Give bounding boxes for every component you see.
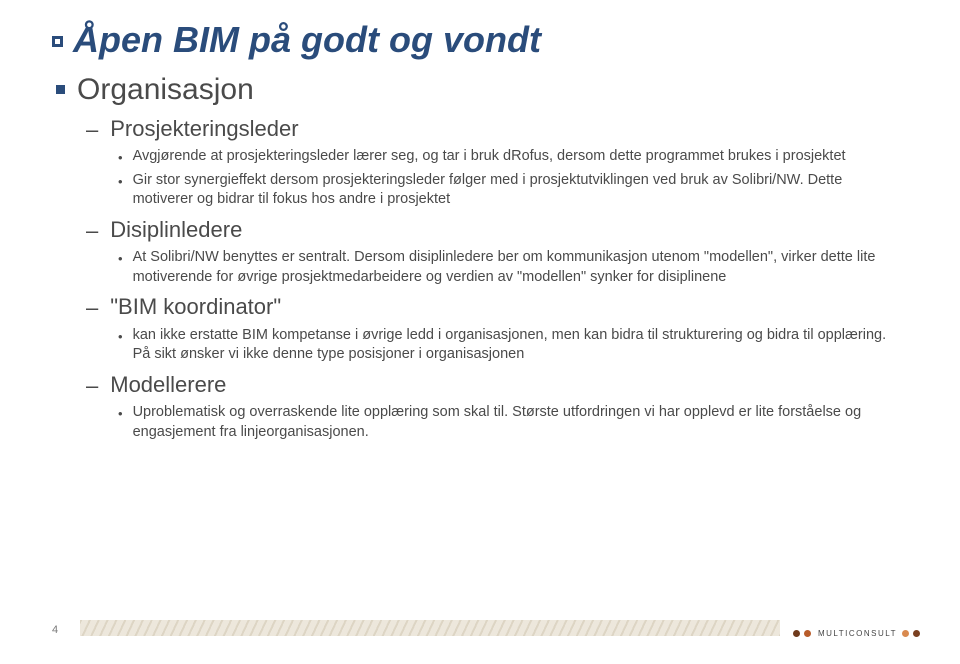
decorative-band xyxy=(80,620,780,636)
filled-square-bullet-icon xyxy=(56,85,65,94)
level3-row: • Uproblematisk og overraskende lite opp… xyxy=(118,403,908,442)
level3-text: kan ikke erstatte BIM kompetanse i øvrig… xyxy=(133,326,903,365)
dash-bullet-icon: – xyxy=(86,218,98,244)
level3-row: • Avgjørende at prosjekteringsleder lære… xyxy=(118,147,908,167)
dot-bullet-icon: • xyxy=(118,149,123,167)
dash-bullet-icon: – xyxy=(86,295,98,321)
level1-row: Organisasjon xyxy=(56,71,908,109)
level2-heading: "BIM koordinator" xyxy=(110,293,281,321)
level1-text: Organisasjon xyxy=(77,71,254,109)
level3-text: Uproblematisk og overraskende lite opplæ… xyxy=(133,403,903,442)
page-number: 4 xyxy=(52,624,58,636)
slide-title-row: Åpen BIM på godt og vondt xyxy=(52,18,908,61)
dash-bullet-icon: – xyxy=(86,117,98,143)
level3-text: At Solibri/NW benyttes er sentralt. Ders… xyxy=(133,248,903,287)
level3-row: • Gir stor synergieffekt dersom prosjekt… xyxy=(118,171,908,210)
logo-dot-icon xyxy=(902,630,909,637)
level2-row: – Modellerere xyxy=(86,371,908,399)
dash-bullet-icon: – xyxy=(86,373,98,399)
level2-row: – "BIM koordinator" xyxy=(86,293,908,321)
level2-row: – Disiplinledere xyxy=(86,216,908,244)
logo-dot-icon xyxy=(804,630,811,637)
logo-dot-icon xyxy=(793,630,800,637)
logo: MULTICONSULT xyxy=(793,629,920,638)
logo-dot-icon xyxy=(913,630,920,637)
level2-heading: Disiplinledere xyxy=(110,216,242,244)
dot-bullet-icon: • xyxy=(118,405,123,423)
dot-bullet-icon: • xyxy=(118,173,123,191)
level3-text: Avgjørende at prosjekteringsleder lærer … xyxy=(133,147,846,167)
slide-title: Åpen BIM på godt og vondt xyxy=(73,18,541,61)
level3-row: • kan ikke erstatte BIM kompetanse i øvr… xyxy=(118,326,908,365)
level2-heading: Prosjekteringsleder xyxy=(110,115,298,143)
level3-row: • At Solibri/NW benyttes er sentralt. De… xyxy=(118,248,908,287)
level3-text: Gir stor synergieffekt dersom prosjekter… xyxy=(133,171,903,210)
footer: 4 MULTICONSULT xyxy=(0,616,960,644)
dot-bullet-icon: • xyxy=(118,250,123,268)
level2-row: – Prosjekteringsleder xyxy=(86,115,908,143)
logo-text: MULTICONSULT xyxy=(818,629,897,638)
dot-bullet-icon: • xyxy=(118,328,123,346)
square-bullet-icon xyxy=(52,36,63,47)
slide: Åpen BIM på godt og vondt Organisasjon –… xyxy=(0,0,960,664)
level2-heading: Modellerere xyxy=(110,371,226,399)
